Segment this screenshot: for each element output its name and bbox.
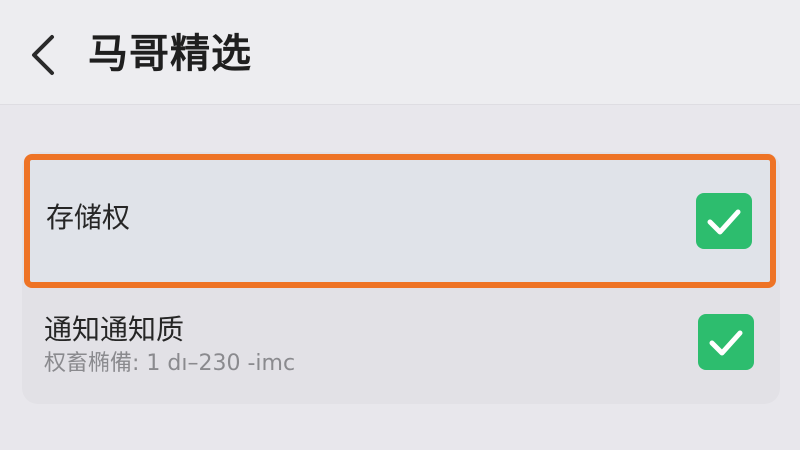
page-title: 马哥精选 [88,31,252,77]
notification-checkbox[interactable] [698,314,754,370]
setting-row-notification[interactable]: 通知通知质 权畜椭備: 1 dı–230 -imc [22,294,780,404]
setting-row-storage[interactable]: 存储权 [24,154,776,288]
settings-screen: 马哥精选 存储权 通知通知质 权畜椭備: 1 dı–230 -imc [0,0,800,450]
setting-subtitle: 权畜椭備: 1 dı–230 -imc [44,351,296,376]
setting-label: 通知通知质 [44,313,185,346]
top-bar: 马哥精选 [0,0,800,105]
setting-label: 存储权 [46,201,131,234]
chevron-left-icon[interactable] [26,33,62,77]
storage-checkbox[interactable] [696,193,752,249]
